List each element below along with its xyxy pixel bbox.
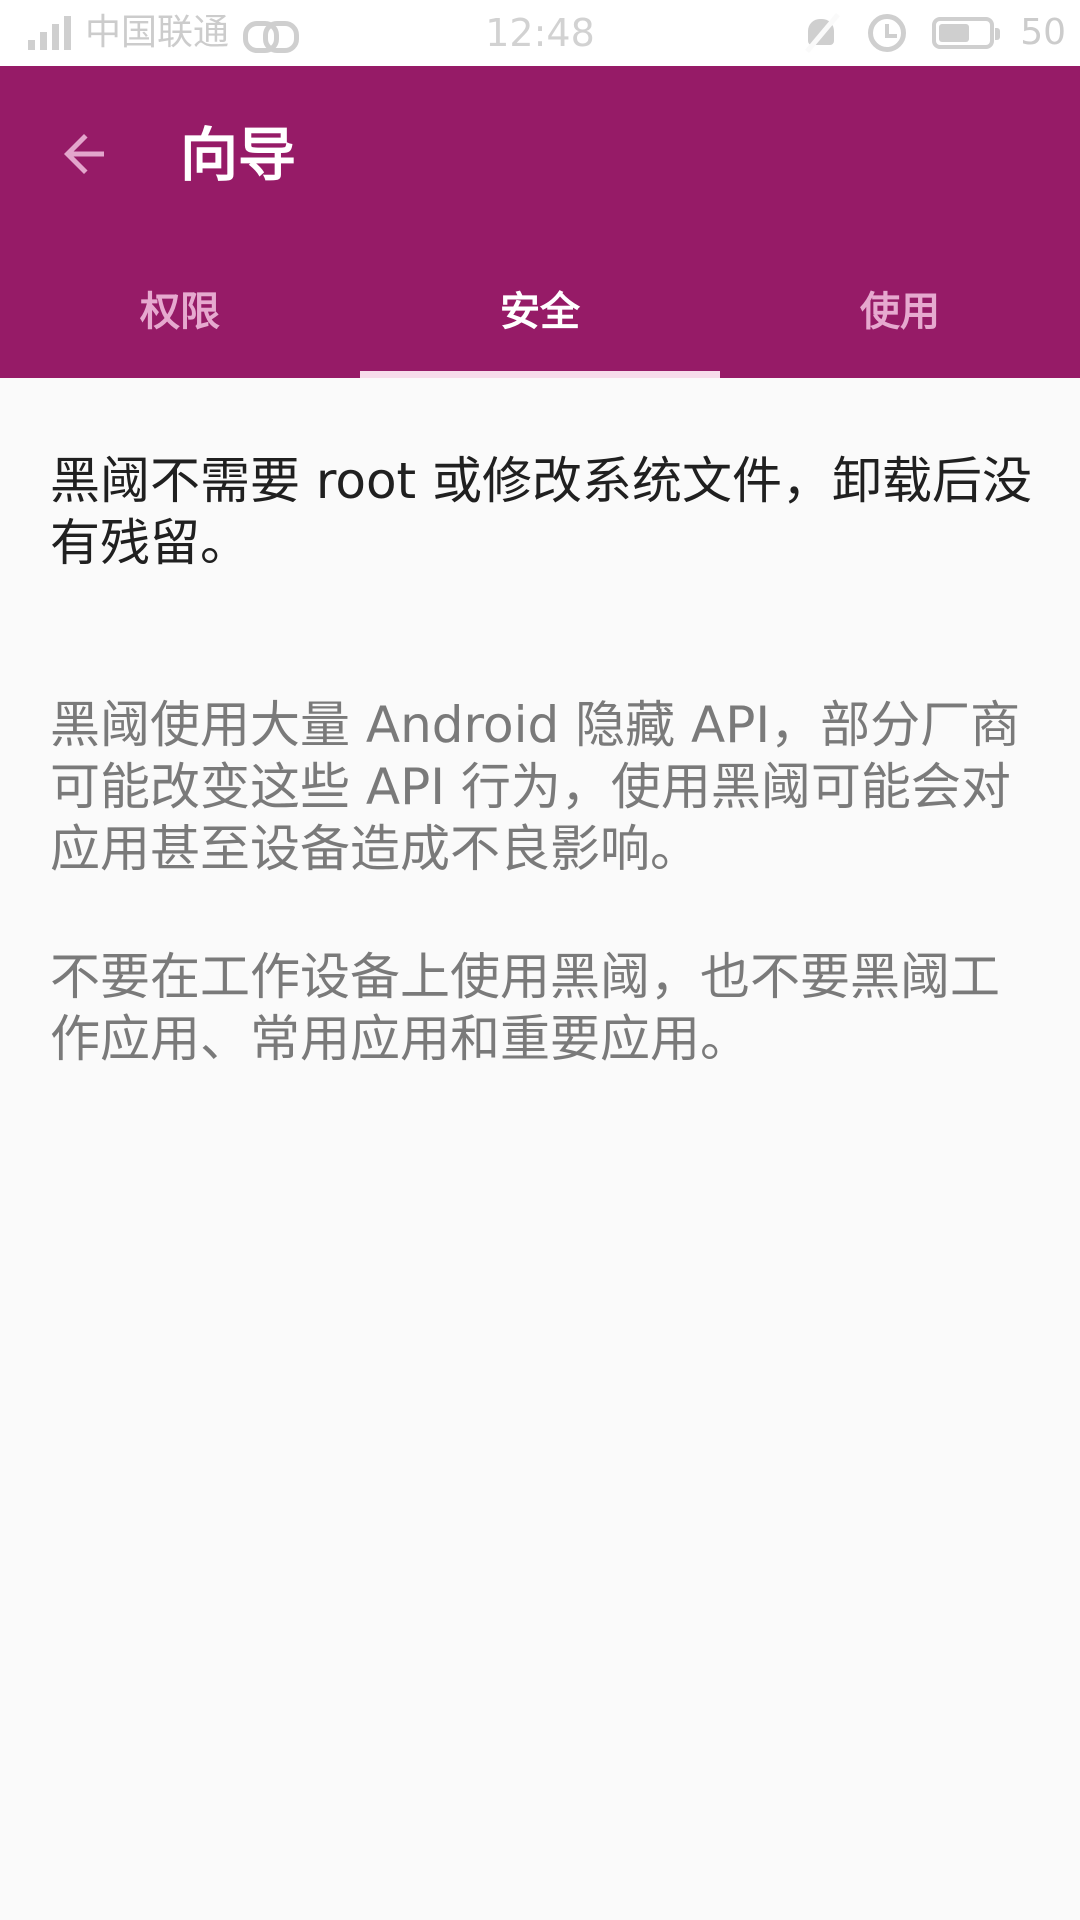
warning-paragraph: 黑阈使用大量 Android 隐藏 API，部分厂商可能改变这些 API 行为，… bbox=[50, 696, 1021, 878]
mute-icon bbox=[802, 13, 842, 53]
status-bar: 中国联通 12:48 50 bbox=[0, 0, 1080, 66]
content: 黑阈不需要 root 或修改系统文件，卸载后没有残留。 黑阈使用大量 Andro… bbox=[50, 450, 1040, 1070]
app-bar: 向导 权限 安全 使用 bbox=[0, 66, 1080, 378]
tab-bar: 权限 安全 使用 bbox=[0, 246, 1080, 378]
status-right: 50 bbox=[802, 0, 1066, 66]
arrow-left-icon bbox=[64, 134, 104, 174]
tab-security[interactable]: 安全 bbox=[360, 246, 720, 378]
back-button[interactable] bbox=[46, 116, 122, 192]
tab-usage[interactable]: 使用 bbox=[720, 246, 1080, 378]
page-title: 向导 bbox=[180, 121, 297, 189]
alarm-icon bbox=[868, 14, 907, 52]
battery-icon bbox=[932, 17, 1001, 49]
battery-level: 50 bbox=[1020, 12, 1066, 53]
advice-paragraph: 不要在工作设备上使用黑阈，也不要黑阈工作应用、常用应用和重要应用。 bbox=[50, 948, 1000, 1068]
tab-permissions[interactable]: 权限 bbox=[0, 246, 360, 378]
screen: 中国联通 12:48 50 向导 权限 安全 使用 黑阈不需要 root 或修改… bbox=[0, 0, 1080, 1920]
lead-text: 黑阈不需要 root 或修改系统文件，卸载后没有残留。 bbox=[50, 452, 1033, 572]
